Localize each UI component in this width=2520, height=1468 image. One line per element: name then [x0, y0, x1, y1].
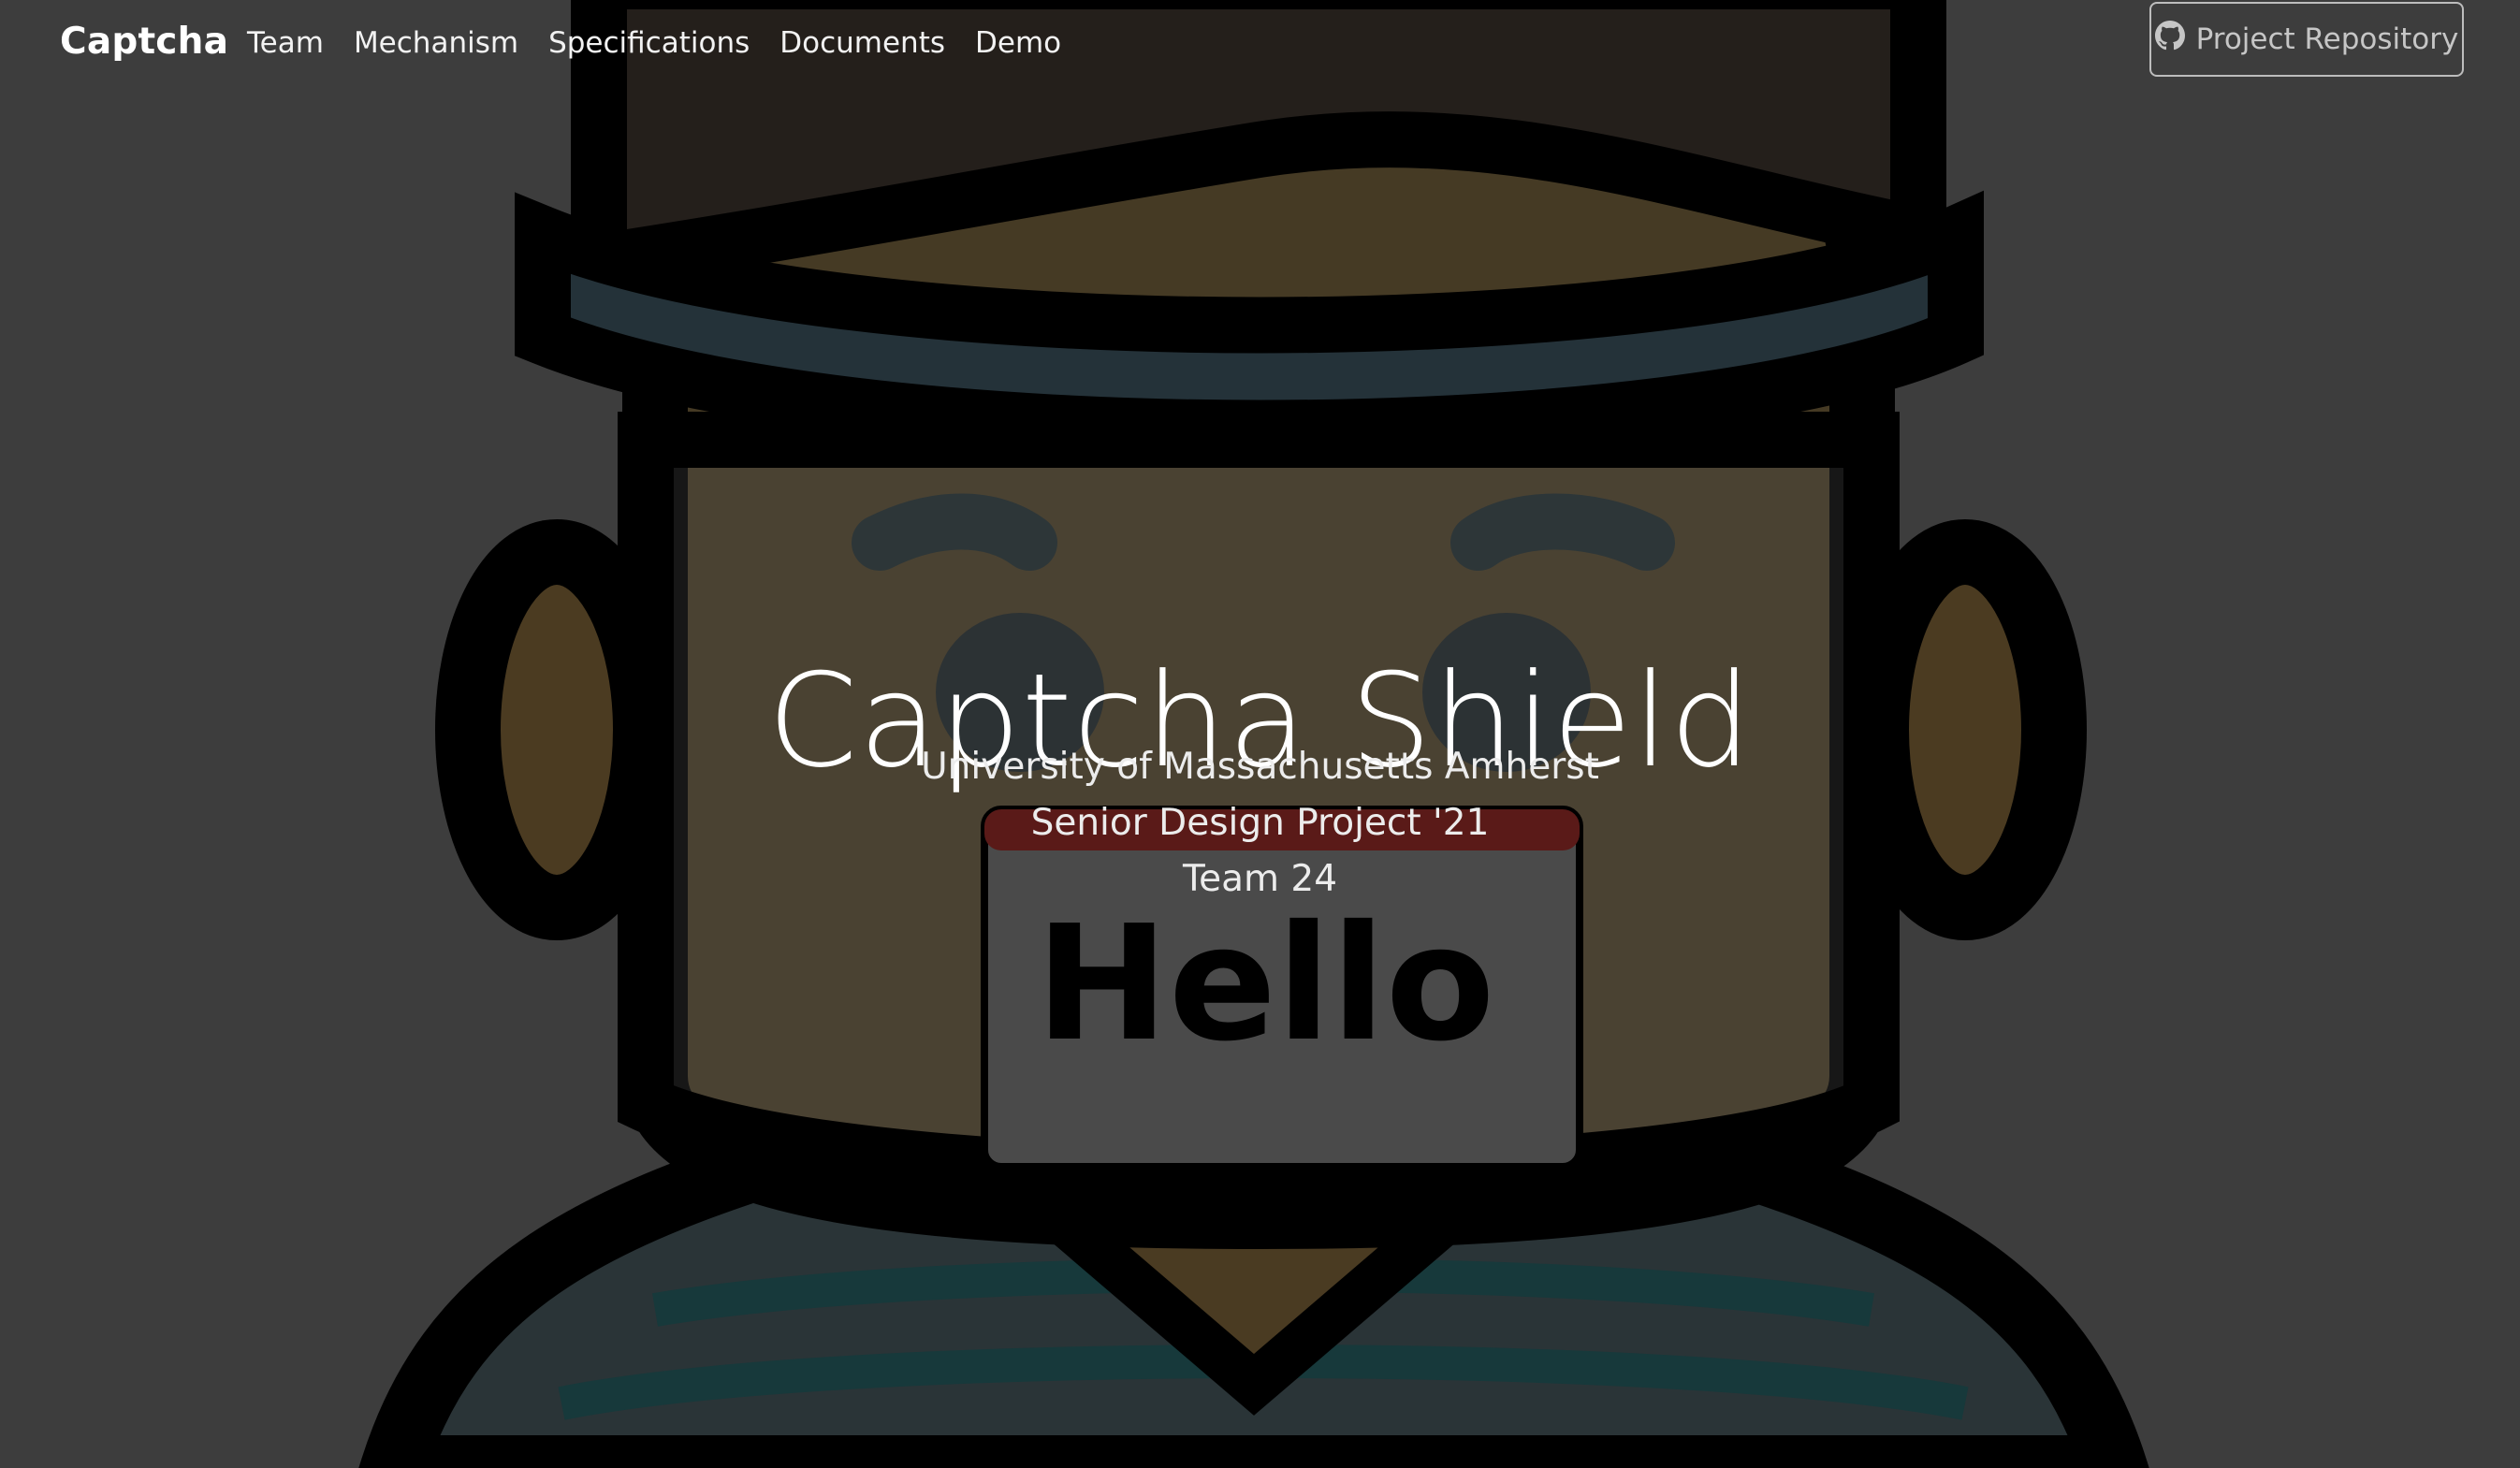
nav-item-demo: Demo — [975, 26, 1091, 60]
project-repository-label: Project Repository — [2195, 22, 2459, 56]
hero-subtitle-team: Team 24 — [1182, 858, 1338, 900]
brand-link[interactable]: Captcha — [60, 21, 228, 63]
nav-link-demo[interactable]: Demo — [975, 26, 1061, 60]
hero-subtitle-university: University of Massachusetts Amherst — [921, 746, 1599, 788]
nav-links: Team Mechanism Specifications Documents … — [247, 26, 1091, 60]
svg-text:Hello: Hello — [1036, 892, 1495, 1077]
nav-link-mechanism[interactable]: Mechanism — [354, 26, 518, 60]
nav-link-specifications[interactable]: Specifications — [548, 26, 750, 60]
github-icon — [2154, 21, 2185, 58]
project-repository-button[interactable]: Project Repository — [2149, 2, 2464, 77]
nav-link-documents[interactable]: Documents — [779, 26, 945, 60]
nav-item-team: Team — [247, 26, 354, 60]
nav-link-team[interactable]: Team — [247, 26, 324, 60]
nav-item-mechanism: Mechanism — [354, 26, 548, 60]
nav-item-documents: Documents — [779, 26, 975, 60]
nav-item-specifications: Specifications — [548, 26, 779, 60]
navbar: Captcha Team Mechanism Specifications Do… — [0, 0, 2520, 90]
page: Hello Captcha Team Mechanism Specificati… — [0, 0, 2520, 1468]
hero-subtitle-project: Senior Design Project '21 — [1030, 802, 1490, 844]
